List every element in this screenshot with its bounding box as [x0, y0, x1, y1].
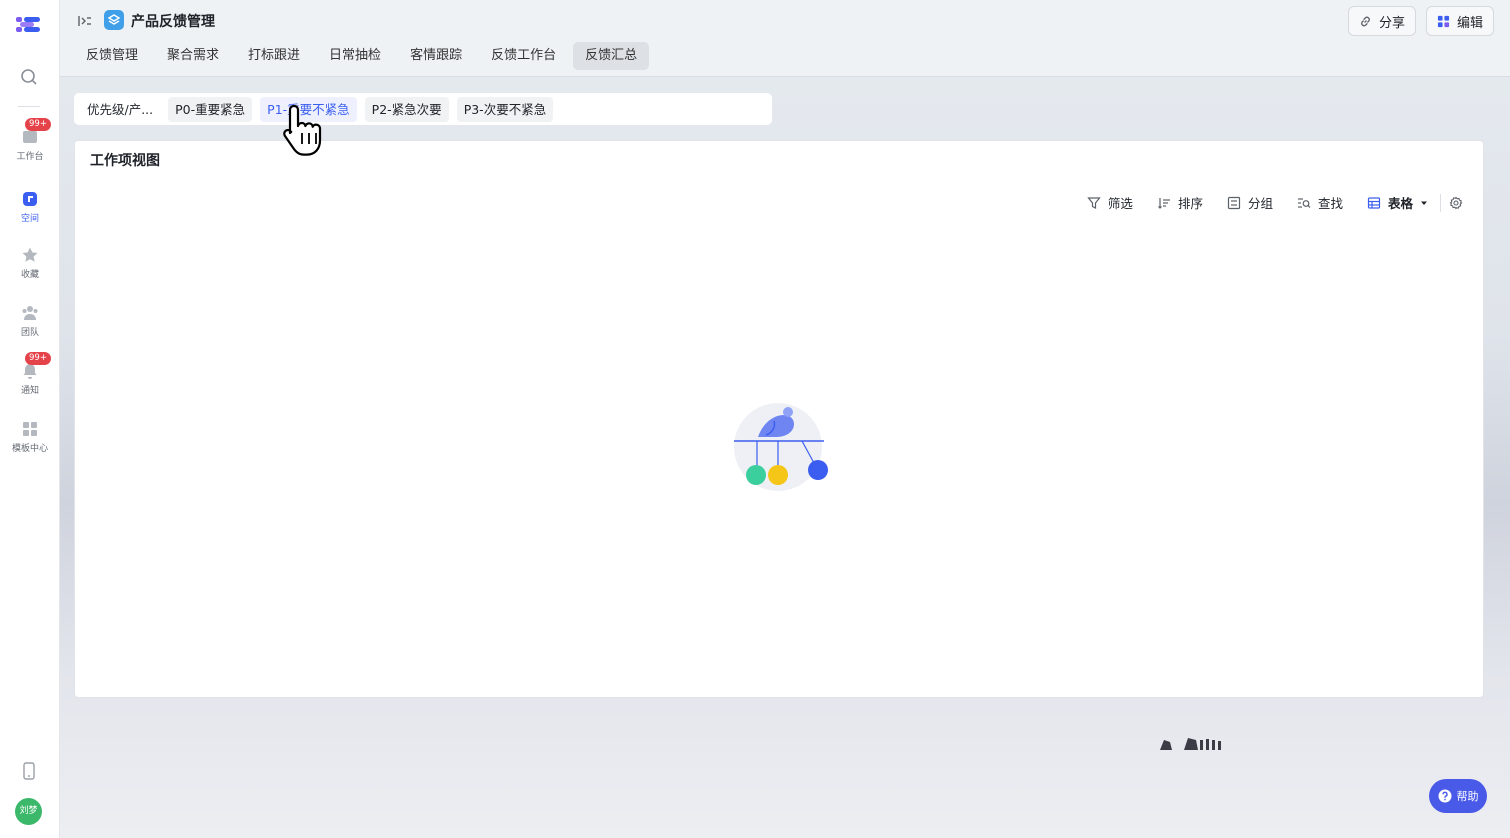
star-icon [22, 247, 38, 262]
space-icon [23, 192, 37, 206]
edit-button[interactable]: 编辑 [1426, 6, 1495, 36]
app-logo-icon[interactable] [16, 14, 42, 36]
sidebar-item-favorites[interactable]: 收藏 [0, 246, 60, 280]
gear-icon [1449, 196, 1463, 209]
view-type-label: 表格 [1387, 196, 1413, 211]
filter-chip-p2[interactable]: P2-紧急次要 [364, 96, 449, 122]
tab-customer-tracking[interactable]: 客情跟踪 [398, 42, 474, 70]
tab-aggregate-demand[interactable]: 聚合需求 [155, 42, 231, 70]
sort-button[interactable]: 排序 [1157, 193, 1203, 212]
page-title: 产品反馈管理 [131, 14, 215, 30]
page-header: 产品反馈管理 分享 编辑 反馈管理 聚合需求 打标跟进 日常抽检 客情跟踪 反馈… [60, 0, 1510, 77]
link-icon [1361, 16, 1370, 26]
workbench-badge: 99+ [25, 118, 51, 131]
view-type-select[interactable]: 表格 [1367, 193, 1428, 212]
caret-down-icon [1421, 201, 1427, 205]
left-rail: 99+ 工作台 空间 收藏 团队 99+ 通知 模板中心 刘梦 [0, 0, 60, 838]
filter-label: 筛选 [1107, 196, 1133, 211]
share-button[interactable]: 分享 [1348, 6, 1417, 36]
tab-daily-check[interactable]: 日常抽检 [317, 42, 393, 70]
help-button[interactable]: 帮助 [1429, 779, 1487, 813]
tab-tag-followup[interactable]: 打标跟进 [236, 42, 312, 70]
hand-pointer-cursor-icon [283, 104, 322, 156]
filter-bar: 优先级/产... P0-重要紧急 P1-重要不紧急 P2-紧急次要 P3-次要不… [74, 93, 772, 125]
edit-label: 编辑 [1457, 15, 1484, 31]
sidebar-item-label: 团队 [20, 328, 39, 338]
sidebar-item-label: 收藏 [20, 270, 39, 280]
tab-feedback-management[interactable]: 反馈管理 [74, 42, 150, 70]
sidebar-toggle-icon[interactable] [77, 13, 93, 29]
edit-grid-icon [1437, 15, 1450, 27]
avatar[interactable]: 刘梦 [15, 798, 42, 825]
find-label: 查找 [1317, 196, 1343, 211]
filter-button[interactable]: 筛选 [1087, 193, 1133, 212]
find-icon [1297, 197, 1311, 208]
sidebar-item-space[interactable]: 空间 [0, 190, 60, 224]
sort-label: 排序 [1177, 196, 1203, 211]
app-icon [104, 10, 124, 30]
view-settings-button[interactable] [1449, 196, 1463, 210]
search-icon[interactable] [19, 67, 39, 87]
notifications-badge: 99+ [25, 352, 51, 365]
templates-icon [23, 422, 37, 436]
empty-state-illustration [734, 403, 828, 491]
table-icon [1367, 196, 1381, 209]
view-tabs: 反馈管理 聚合需求 打标跟进 日常抽检 客情跟踪 反馈工作台 反馈汇总 [74, 42, 650, 70]
mobile-icon[interactable] [21, 762, 37, 780]
group-icon [1227, 196, 1241, 209]
sidebar-item-label: 空间 [20, 214, 39, 224]
sidebar-item-label: 工作台 [16, 152, 44, 162]
team-icon [22, 306, 38, 320]
filter-chip-p0[interactable]: P0-重要紧急 [168, 96, 253, 122]
find-button[interactable]: 查找 [1297, 193, 1343, 212]
sidebar-item-workbench[interactable]: 99+ 工作台 [0, 118, 60, 162]
sidebar-item-label: 通知 [20, 386, 39, 396]
funnel-icon [1087, 196, 1101, 209]
rail-divider [18, 106, 40, 107]
tab-feedback-summary[interactable]: 反馈汇总 [573, 42, 650, 70]
help-icon [1438, 789, 1451, 803]
filter-chip-p3[interactable]: P3-次要不紧急 [456, 96, 554, 122]
filter-group-label[interactable]: 优先级/产... [80, 97, 160, 122]
help-label: 帮助 [1456, 790, 1479, 803]
toolbar-divider [1440, 193, 1441, 212]
sidebar-item-team[interactable]: 团队 [0, 304, 60, 338]
group-button[interactable]: 分组 [1227, 193, 1273, 212]
sidebar-item-label: 模板中心 [11, 444, 48, 454]
sidebar-item-notifications[interactable]: 99+ 通知 [0, 352, 60, 396]
background-figures-decoration [1160, 738, 1221, 750]
sidebar-item-templates[interactable]: 模板中心 [0, 420, 60, 454]
panel-title: 工作项视图 [90, 153, 160, 169]
share-label: 分享 [1379, 15, 1406, 31]
view-toolbar: 筛选 排序 分组 查找 表格 [1087, 193, 1463, 212]
tab-feedback-workbench[interactable]: 反馈工作台 [479, 42, 568, 70]
sort-icon [1158, 197, 1170, 209]
group-label: 分组 [1247, 196, 1273, 211]
work-item-panel: 工作项视图 筛选 排序 分组 查找 表格 [74, 140, 1484, 698]
